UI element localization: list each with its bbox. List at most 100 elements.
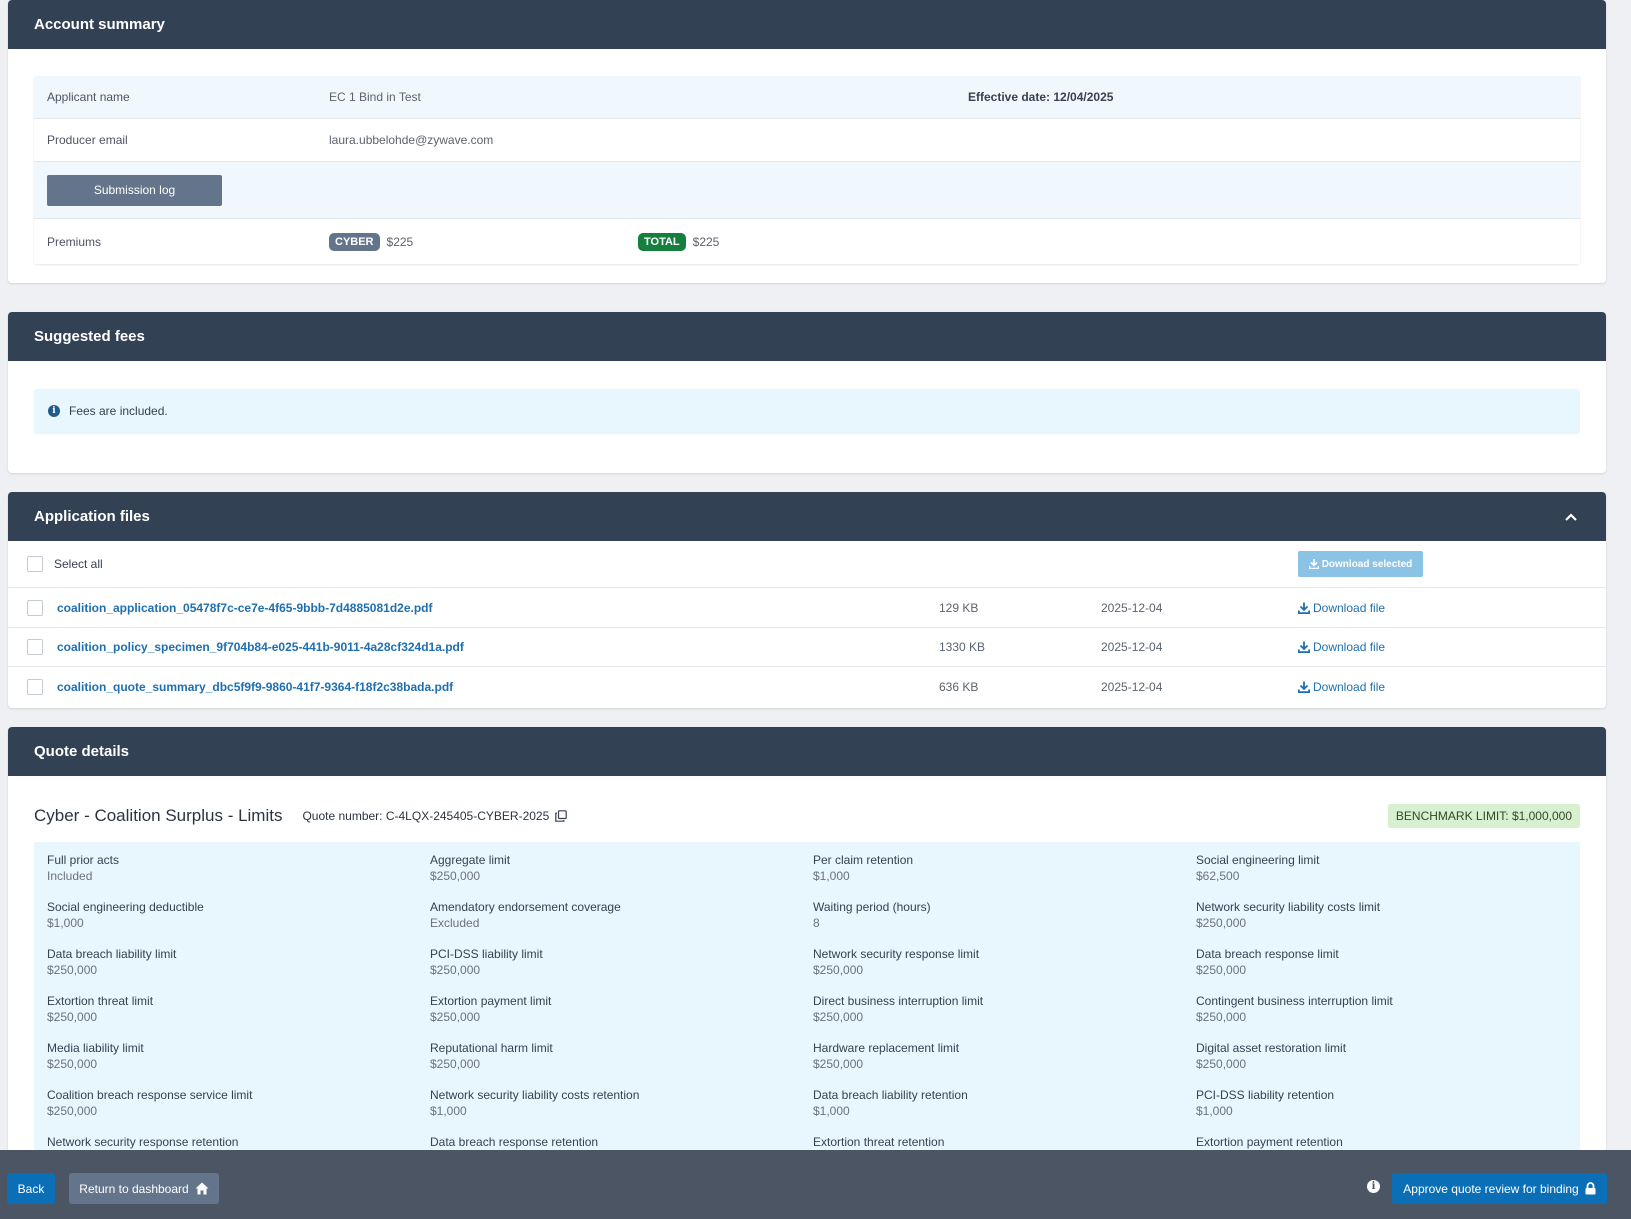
quote-details-card: Quote details Cyber - Coalition Surplus … <box>8 727 1606 1150</box>
cyber-premium: CYBER $225 <box>329 232 638 251</box>
quote-detail-item: Data breach response retention <box>430 1134 813 1150</box>
file-size: 636 KB <box>939 680 979 694</box>
info-icon[interactable]: i <box>1367 1180 1380 1193</box>
quote-detail-label: Aggregate limit <box>430 853 511 867</box>
suggested-fees-header: Suggested fees <box>8 312 1606 361</box>
quote-detail-item: Network security response limit $250,000 <box>813 946 1196 993</box>
quote-detail-value: $250,000 <box>430 869 481 883</box>
quote-detail-label: Waiting period (hours) <box>813 900 931 914</box>
file-row: coalition_policy_specimen_9f704b84-e025-… <box>8 628 1606 667</box>
download-file-label: Download file <box>1313 680 1386 694</box>
approve-quote-label: Approve quote review for binding <box>1403 1181 1579 1196</box>
producer-row: Producer email laura.ubbelohde@zywave.co… <box>34 119 1580 162</box>
quote-detail-item: Full prior acts Included <box>47 852 430 899</box>
download-icon <box>1298 602 1310 614</box>
quote-detail-item: Extortion threat limit $250,000 <box>47 993 430 1040</box>
submission-log-button[interactable]: Submission log <box>47 174 222 206</box>
quote-detail-label: Data breach liability limit <box>47 947 177 961</box>
quote-detail-item: Hardware replacement limit $250,000 <box>813 1040 1196 1087</box>
back-button[interactable]: Back <box>7 1173 55 1204</box>
quote-detail-item: Data breach response limit $250,000 <box>1196 946 1593 993</box>
quote-detail-label: Contingent business interruption limit <box>1196 994 1393 1008</box>
file-checkbox[interactable] <box>27 599 43 616</box>
download-file-link[interactable]: Download file <box>1298 640 1385 654</box>
footer-action-bar: Back Return to dashboard i Approve quote… <box>0 1150 1631 1219</box>
copy-icon[interactable] <box>555 810 568 822</box>
quote-detail-value: $250,000 <box>1196 1057 1247 1071</box>
lock-icon <box>1585 1182 1596 1195</box>
download-selected-button[interactable]: Download selected <box>1298 551 1423 577</box>
quote-detail-value: $1,000 <box>430 1104 467 1118</box>
download-icon <box>1298 641 1310 653</box>
file-size: 1330 KB <box>939 640 986 654</box>
quote-detail-item: Amendatory endorsement coverage Excluded <box>430 899 813 946</box>
quote-detail-label: Extortion payment limit <box>430 994 552 1008</box>
download-file-label: Download file <box>1313 600 1386 615</box>
application-files-card: Application files Select all Download se… <box>8 492 1606 708</box>
file-link[interactable]: coalition_policy_specimen_9f704b84-e025-… <box>57 640 464 654</box>
download-file-link[interactable]: Download file <box>1298 601 1385 615</box>
file-row: coalition_quote_summary_dbc5f9f9-9860-41… <box>8 667 1606 707</box>
quote-details-header: Quote details <box>8 727 1606 776</box>
select-all-checkbox[interactable] <box>27 556 43 572</box>
quote-detail-value: $250,000 <box>813 1010 864 1024</box>
quote-detail-item: Contingent business interruption limit $2… <box>1196 993 1593 1040</box>
total-amount: $225 <box>692 234 720 249</box>
quote-detail-label: Coalition breach response service limit <box>47 1088 253 1102</box>
application-files-title: Application files <box>34 508 150 525</box>
select-all-label: Select all <box>54 557 103 571</box>
product-title: Cyber - Coalition Surplus - Limits <box>34 806 283 825</box>
quote-title-row: Cyber - Coalition Surplus - Limits Quote… <box>34 803 1580 829</box>
quote-detail-label: Network security liability costs limit <box>1196 900 1381 914</box>
quote-detail-value: $250,000 <box>430 1010 481 1024</box>
return-to-dashboard-button[interactable]: Return to dashboard <box>69 1173 219 1204</box>
file-checkbox[interactable] <box>27 639 43 655</box>
quote-detail-item: Extortion payment retention <box>1196 1134 1593 1150</box>
applicant-label: Applicant name <box>47 90 130 104</box>
file-date: 2025-12-04 <box>1101 640 1163 654</box>
quote-detail-label: PCI-DSS liability retention <box>1196 1088 1335 1102</box>
quote-detail-label: Social engineering limit <box>1196 853 1320 867</box>
applicant-row: Applicant name EC 1 Bind in Test Effecti… <box>34 76 1580 119</box>
quote-detail-item: Reputational harm limit $250,000 <box>430 1040 813 1087</box>
quote-detail-label: Data breach response retention <box>430 1135 599 1149</box>
chevron-up-icon[interactable] <box>1562 508 1580 526</box>
quote-detail-item: Media liability limit $250,000 <box>47 1040 430 1087</box>
quote-detail-label: Direct business interruption limit <box>813 994 984 1008</box>
quote-detail-item: Aggregate limit $250,000 <box>430 852 813 899</box>
quote-detail-value: Excluded <box>430 916 480 930</box>
account-summary-table: Applicant name EC 1 Bind in Test Effecti… <box>34 76 1580 264</box>
home-icon <box>195 1182 209 1195</box>
download-file-label: Download file <box>1313 640 1386 654</box>
quote-detail-value: $250,000 <box>47 1057 98 1071</box>
suggested-fees-title: Suggested fees <box>34 328 145 345</box>
quote-detail-item: Network security liability costs limit $2… <box>1196 899 1593 946</box>
download-selected-label: Download selected <box>1321 558 1413 570</box>
select-all-row: Select all Download selected <box>8 541 1606 588</box>
quote-detail-item: Direct business interruption limit $250,0… <box>813 993 1196 1040</box>
quote-detail-label: Network security response retention <box>47 1135 239 1149</box>
quote-detail-label: Extortion payment retention <box>1196 1135 1343 1149</box>
quote-detail-value: $1,000 <box>1196 1104 1233 1118</box>
file-checkbox[interactable] <box>27 679 43 695</box>
file-date: 2025-12-04 <box>1101 680 1163 694</box>
return-to-dashboard-label: Return to dashboard <box>79 1181 189 1196</box>
quote-detail-value: $250,000 <box>430 1057 481 1071</box>
file-link[interactable]: coalition_application_05478f7c-ce7e-4f65… <box>57 601 433 615</box>
quote-detail-label: Full prior acts <box>47 853 120 867</box>
quote-detail-value: $250,000 <box>47 1104 98 1118</box>
quote-detail-value: $1,000 <box>813 1104 850 1118</box>
download-file-link[interactable]: Download file <box>1298 680 1385 694</box>
total-premium: TOTAL $225 <box>638 232 720 251</box>
quote-detail-value: $250,000 <box>813 963 864 977</box>
quote-detail-value: $250,000 <box>1196 963 1247 977</box>
quote-details-title: Quote details <box>34 743 130 760</box>
quote-detail-item: Extortion threat retention <box>813 1134 1196 1150</box>
quote-detail-value: $250,000 <box>47 1010 98 1024</box>
submission-log-row: Submission log <box>34 162 1580 219</box>
file-link[interactable]: coalition_quote_summary_dbc5f9f9-9860-41… <box>57 680 453 694</box>
info-icon: i <box>48 405 60 417</box>
quote-number-text: Quote number: C-4LQX-245405-CYBER-2025 <box>302 809 550 823</box>
download-icon <box>1298 681 1310 693</box>
approve-quote-button[interactable]: Approve quote review for binding <box>1392 1173 1607 1204</box>
